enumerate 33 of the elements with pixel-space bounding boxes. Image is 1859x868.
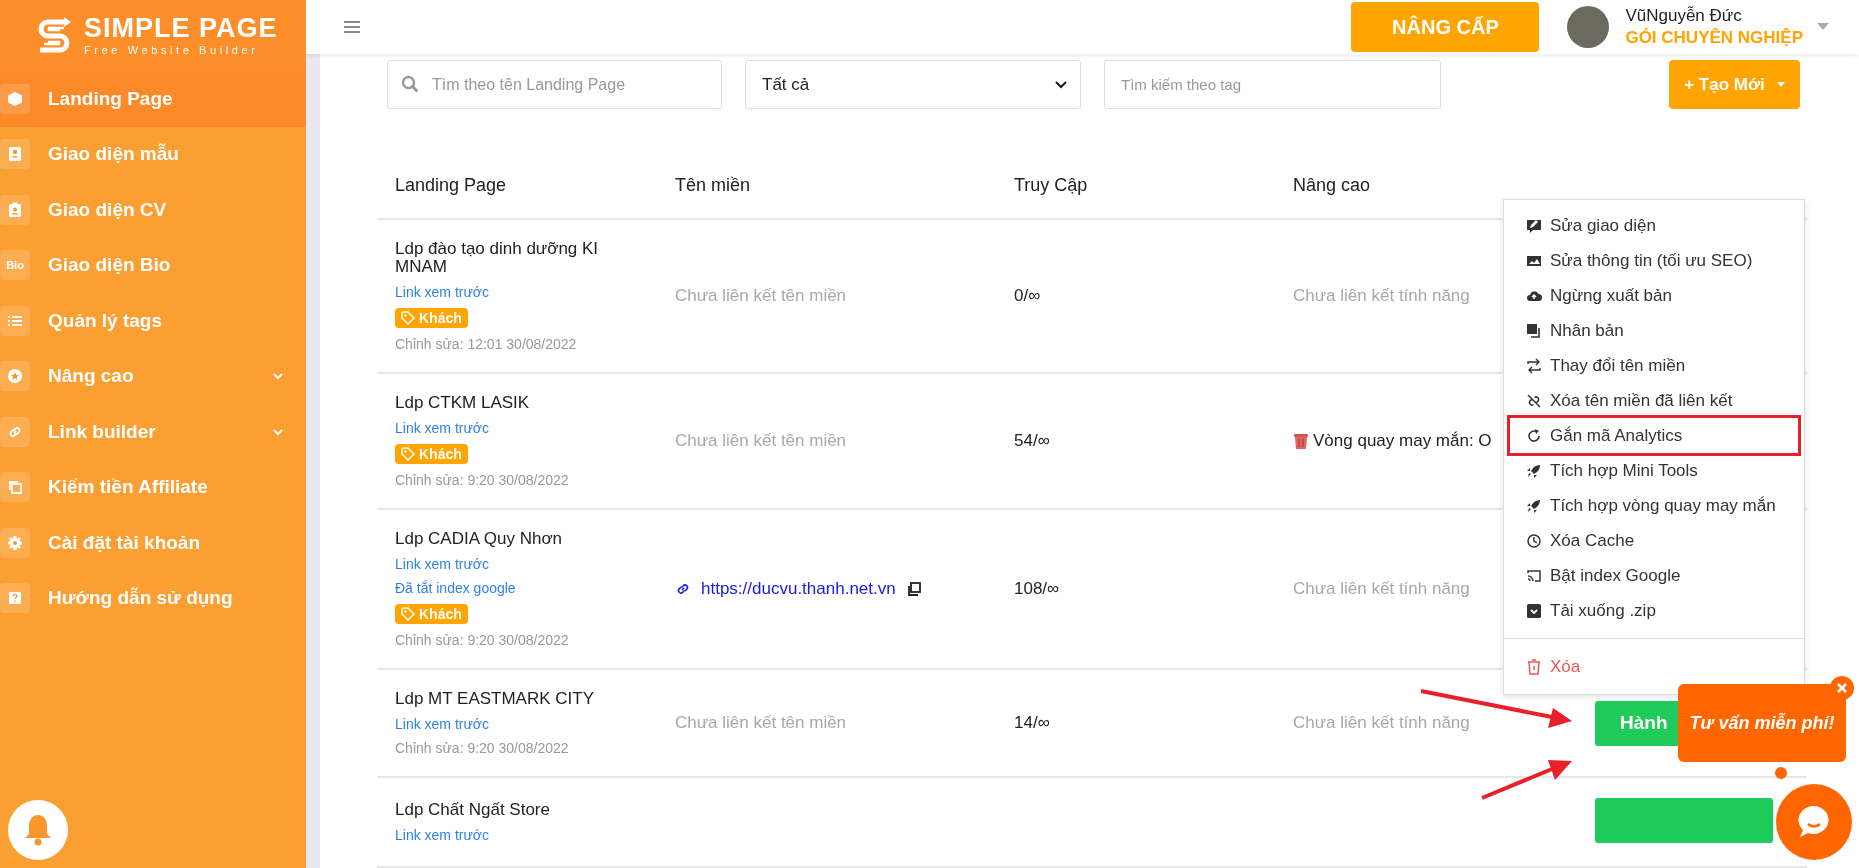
visit-count: 0/∞ <box>1014 286 1041 305</box>
column-header: Landing Page <box>394 175 508 196</box>
column-header: Tên miền <box>674 175 752 196</box>
domain-status: Chưa liên kết tên miền <box>675 286 847 305</box>
index-status: Đã tắt index google <box>395 580 516 596</box>
tag-badge: Khách <box>395 444 468 464</box>
page-name: Ldp Chất Ngất Store <box>395 801 551 819</box>
column-header: Truy Cập <box>1013 175 1089 196</box>
visit-count: 108/∞ <box>1014 579 1060 598</box>
column-header: Nâng cao <box>1292 175 1372 196</box>
edited-time: Chỉnh sửa: 12:01 30/08/2022 <box>395 336 577 352</box>
domain-status: Chưa liên kết tên miền <box>675 713 847 732</box>
page-name: Ldp CADIA Quy Nhơn <box>395 530 564 548</box>
feature-status: Chưa liên kết tính năng <box>1293 713 1470 732</box>
visit-count: 54/∞ <box>1014 431 1050 450</box>
visit-count: 14/∞ <box>1014 713 1050 732</box>
domain-status: Chưa liên kết tên miền <box>675 431 847 450</box>
feature-status: Chưa liên kết tính năng <box>1293 286 1470 305</box>
feature-status: Chưa liên kết tính năng <box>1293 579 1470 598</box>
user-plan: GÓI CHUYÊN NGHIỆP <box>1625 28 1803 48</box>
page-name: Ldp MT EASTMARK CITY <box>395 690 595 708</box>
logo-subtitle: Free Website Builder <box>84 44 260 56</box>
page-name: Ldp đào tạo dinh dưỡng KIMNAM <box>395 240 600 276</box>
bio-icon: Bio <box>6 259 24 272</box>
feature-name: Vòng quay may mắn: O <box>1313 431 1492 451</box>
user-name: VũNguyễn Đức <box>1625 6 1743 26</box>
edited-time: Chỉnh sửa: 9:20 30/08/2022 <box>395 632 569 648</box>
edited-time: Chỉnh sửa: 9:20 30/08/2022 <box>395 740 569 756</box>
page-name: Ldp CTKM LASIK <box>395 394 531 412</box>
edited-time: Chỉnh sửa: 9:20 30/08/2022 <box>395 472 569 488</box>
tag-badge: Khách <box>395 604 468 624</box>
tag-badge: Khách <box>395 308 468 328</box>
logo-title: SIMPLE PAGE <box>84 15 278 42</box>
